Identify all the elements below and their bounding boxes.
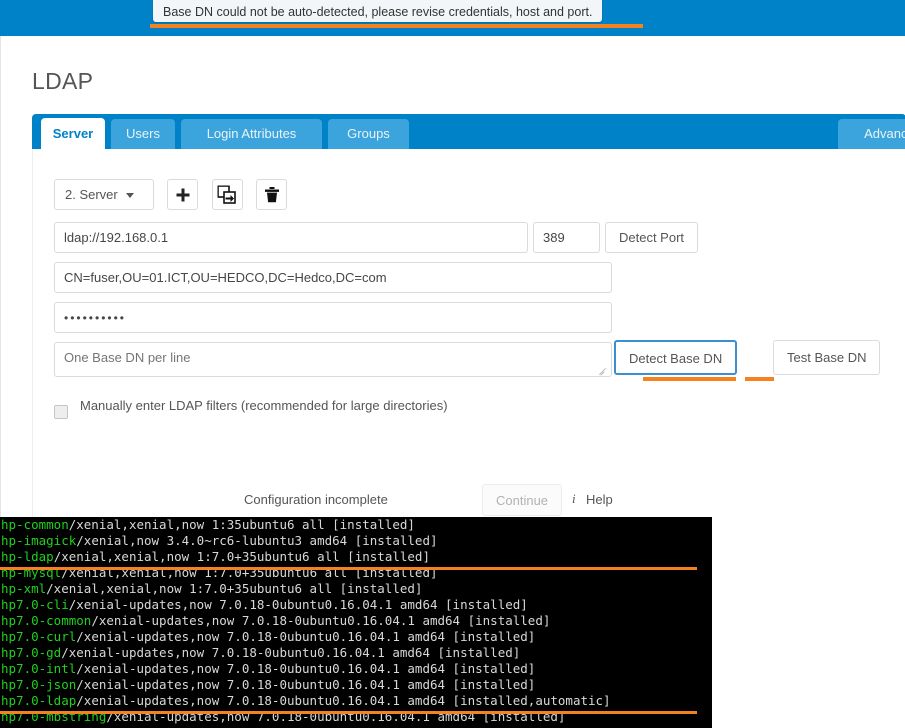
tab-login-attributes[interactable]: Login Attributes (181, 119, 322, 149)
terminal-line: hp-ldap/xenial,xenial,now 1:7.0+35ubuntu… (1, 549, 712, 565)
detect-base-dn-button[interactable]: Detect Base DN (614, 340, 737, 375)
app-root: Base DN could not be auto-detected, plea… (0, 0, 905, 728)
detect-port-button[interactable]: Detect Port (605, 222, 698, 253)
terminal-package-detail: /xenial,xenial,now 1:35ubuntu6 all [inst… (69, 517, 415, 532)
notification-toast: Base DN could not be auto-detected, plea… (153, 0, 602, 22)
annotation-marker-test-base-dn (745, 377, 774, 381)
tab-server[interactable]: Server (41, 118, 105, 149)
tab-advanced[interactable]: Advanced (838, 119, 905, 149)
tab-groups[interactable]: Groups (328, 119, 409, 149)
ldap-host-input[interactable] (54, 222, 528, 253)
terminal-line: hp7.0-cli/xenial-updates,now 7.0.18-0ubu… (1, 597, 712, 613)
terminal-line: hp-common/xenial,xenial,now 1:35ubuntu6 … (1, 517, 712, 533)
copy-server-button[interactable] (212, 179, 243, 210)
terminal-package-name: hp7.0-ldap (1, 693, 76, 708)
notification-message: Base DN could not be auto-detected, plea… (163, 5, 592, 19)
bind-password-input[interactable] (54, 302, 612, 333)
terminal-line: hp7.0-common/xenial-updates,now 7.0.18-0… (1, 613, 712, 629)
copy-server-icon (218, 185, 237, 204)
page-title: LDAP (32, 68, 93, 95)
server-selector-dropdown[interactable]: 2. Server (54, 179, 154, 210)
annotation-marker-terminal-hp-ldap (0, 567, 697, 570)
page-body: LDAP Server Users Login Attributes Group… (0, 36, 905, 517)
terminal-line: hp7.0-ldap/xenial-updates,now 7.0.18-0ub… (1, 693, 712, 709)
test-base-dn-button[interactable]: Test Base DN (773, 340, 880, 375)
configuration-status-text: Configuration incomplete (244, 492, 388, 507)
terminal-package-name: hp-ldap (1, 549, 54, 564)
terminal-package-name: hp7.0-common (1, 613, 91, 628)
terminal-package-name: hp-imagick (1, 533, 76, 548)
terminal-package-name: hp7.0-json (1, 677, 76, 692)
terminal-package-detail: /xenial-updates,now 7.0.18-0ubuntu0.16.0… (76, 677, 535, 692)
annotation-marker-terminal-hp70-ldap (0, 711, 697, 714)
terminal-output[interactable]: hp-common/xenial,xenial,now 1:35ubuntu6 … (0, 517, 712, 728)
terminal-line: hp7.0-gd/xenial-updates,now 7.0.18-0ubun… (1, 645, 712, 661)
add-server-button[interactable] (167, 179, 198, 210)
terminal-package-name: hp7.0-curl (1, 629, 76, 644)
terminal-package-detail: /xenial,xenial,now 1:7.0+35ubuntu6 all [… (54, 549, 430, 564)
terminal-package-detail: /xenial-updates,now 7.0.18-0ubuntu0.16.0… (61, 645, 520, 660)
server-selector-value: 2. Server (65, 187, 118, 202)
terminal-package-detail: /xenial-updates,now 7.0.18-0ubuntu0.16.0… (76, 661, 535, 676)
info-icon: i (572, 491, 576, 507)
terminal-package-name: hp7.0-cli (1, 597, 69, 612)
terminal-package-name: hp-common (1, 517, 69, 532)
terminal-package-detail: /xenial,now 3.4.0~rc6-lubuntu3 amd64 [in… (76, 533, 437, 548)
terminal-package-name: hp7.0-gd (1, 645, 61, 660)
terminal-package-detail: /xenial-updates,now 7.0.18-0ubuntu0.16.0… (69, 597, 528, 612)
bind-user-dn-input[interactable] (54, 262, 612, 293)
terminal-package-detail: /xenial-updates,now 7.0.18-0ubuntu0.16.0… (91, 613, 550, 628)
server-toolbar: 2. Server (54, 179, 287, 210)
terminal-package-detail: /xenial-updates,now 7.0.18-0ubuntu0.16.0… (76, 629, 535, 644)
terminal-package-detail: /xenial-updates,now 7.0.18-0ubuntu0.16.0… (76, 693, 610, 708)
terminal-line: hp-xml/xenial,xenial,now 1:7.0+35ubuntu6… (1, 581, 712, 597)
terminal-package-detail: /xenial,xenial,now 1:7.0+35ubuntu6 all [… (46, 581, 422, 596)
ldap-port-input[interactable] (533, 222, 600, 253)
tab-users[interactable]: Users (111, 119, 175, 149)
plus-icon (175, 187, 190, 202)
tab-strip: Server Users Login Attributes Groups Adv… (32, 114, 905, 149)
manual-ldap-filters-checkbox[interactable] (54, 405, 68, 419)
terminal-right-filler (712, 517, 905, 728)
trash-icon (264, 187, 279, 203)
delete-server-button[interactable] (256, 179, 287, 210)
terminal-package-name: hp-xml (1, 581, 46, 596)
terminal-line: hp7.0-json/xenial-updates,now 7.0.18-0ub… (1, 677, 712, 693)
terminal-package-name: hp7.0-intl (1, 661, 76, 676)
terminal-line: hp7.0-intl/xenial-updates,now 7.0.18-0ub… (1, 661, 712, 677)
notification-annotation-underline (150, 24, 643, 28)
continue-button[interactable]: Continue (482, 484, 562, 516)
base-dn-textarea[interactable] (54, 342, 612, 377)
terminal-line: hp7.0-curl/xenial-updates,now 7.0.18-0ub… (1, 629, 712, 645)
terminal-line: hp-imagick/xenial,now 3.4.0~rc6-lubuntu3… (1, 533, 712, 549)
annotation-marker-detect-base-dn (643, 377, 736, 381)
help-link[interactable]: Help (586, 492, 613, 507)
server-settings-form: 2. Server (32, 149, 905, 517)
chevron-down-icon (126, 193, 134, 198)
manual-ldap-filters-label: Manually enter LDAP filters (recommended… (80, 398, 448, 413)
